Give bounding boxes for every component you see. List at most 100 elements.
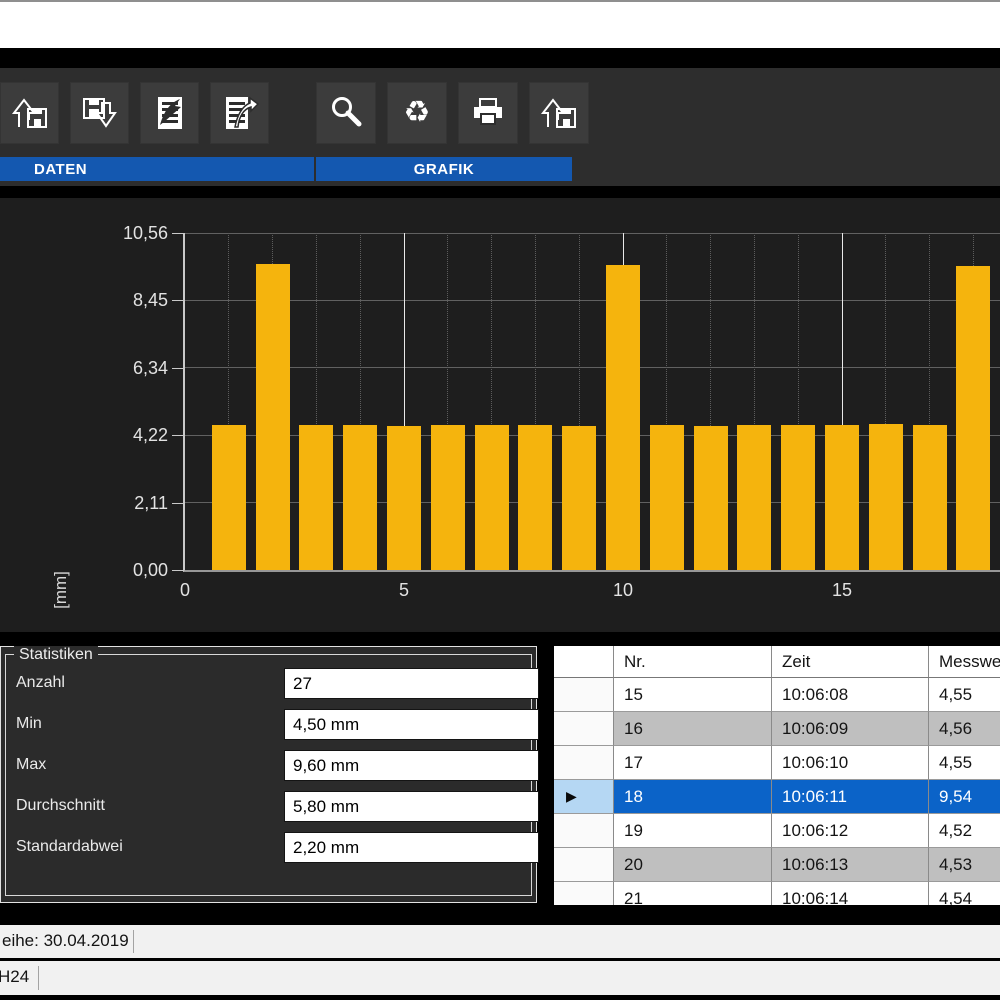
stat-field-max[interactable] [284, 750, 539, 781]
row-selector[interactable] [554, 712, 614, 746]
statusbar-device: H24 [0, 961, 1000, 995]
cell-messwert[interactable]: 4,52 [929, 814, 1000, 848]
bar-measurement-15 [825, 425, 859, 570]
cell-nr[interactable]: 18 [614, 780, 772, 814]
cell-nr[interactable]: 17 [614, 746, 772, 780]
cell-zeit[interactable]: 10:06:11 [772, 780, 929, 814]
y-axis-tick [172, 435, 183, 436]
table-row-20[interactable]: 2010:06:134,53 [554, 848, 1000, 882]
bar-measurement-2 [256, 264, 290, 570]
current-row-arrow-icon: ▶ [554, 789, 577, 805]
y-axis-tick [172, 570, 183, 571]
stat-field-anzahl[interactable] [284, 668, 539, 699]
cell-zeit[interactable]: 10:06:09 [772, 712, 929, 746]
cell-messwert[interactable]: 4,56 [929, 712, 1000, 746]
delete-report-icon [151, 94, 189, 132]
open-data-button[interactable] [0, 82, 59, 144]
save-graphic-icon [540, 94, 578, 132]
toolbar-category-label: DATEN [34, 161, 87, 178]
bar-measurement-9 [562, 426, 596, 570]
bar-measurement-4 [343, 425, 377, 570]
bar-measurement-3 [299, 425, 333, 570]
column-header-messwert[interactable]: Messwert [929, 646, 1000, 678]
cell-zeit[interactable]: 10:06:12 [772, 814, 929, 848]
bar-measurement-1 [212, 425, 246, 570]
zoom-icon [327, 94, 365, 132]
measurement-table: Nr.ZeitMesswert1510:06:084,551610:06:094… [554, 646, 1000, 905]
y-axis-label: 4,22 [70, 425, 168, 445]
row-selector-header [554, 646, 614, 678]
stat-field-durchschnitt[interactable] [284, 791, 539, 822]
stat-field-min[interactable] [284, 709, 539, 740]
bar-measurement-18 [956, 266, 990, 570]
cell-nr[interactable]: 19 [614, 814, 772, 848]
bar-measurement-6 [431, 425, 465, 570]
row-selector[interactable] [554, 882, 614, 905]
save-graphic-button[interactable] [529, 82, 589, 144]
table-row-17[interactable]: 1710:06:104,55 [554, 746, 1000, 780]
print-graphic-button[interactable] [458, 82, 518, 144]
cell-messwert[interactable]: 4,54 [929, 882, 1000, 905]
y-axis-tick [172, 503, 183, 504]
x-axis-label: 15 [820, 580, 864, 601]
table-header-row: Nr.ZeitMesswert [554, 646, 1000, 678]
row-selector[interactable]: ▶ [554, 780, 614, 814]
bar-measurement-13 [737, 425, 771, 570]
measurement-bar-chart: [mm] 0,002,114,226,348,4510,56051015 [0, 198, 1000, 632]
statusbar-separator [38, 966, 39, 990]
table-row-21[interactable]: 2110:06:144,54 [554, 882, 1000, 905]
bar-measurement-10 [606, 265, 640, 570]
zoom-graphic-button[interactable] [316, 82, 376, 144]
cell-zeit[interactable]: 10:06:08 [772, 678, 929, 712]
delete-report-button[interactable] [140, 82, 199, 144]
table-row-15[interactable]: 1510:06:084,55 [554, 678, 1000, 712]
toolbar-category-label: GRAFIK [414, 161, 475, 178]
cell-messwert[interactable]: 4,55 [929, 746, 1000, 780]
y-axis-label: 0,00 [70, 560, 168, 580]
statusbar-series: eihe: 30.04.2019 [0, 925, 1000, 958]
save-data-button[interactable] [70, 82, 129, 144]
cell-zeit[interactable]: 10:06:14 [772, 882, 929, 905]
cell-nr[interactable]: 15 [614, 678, 772, 712]
row-selector[interactable] [554, 678, 614, 712]
cell-zeit[interactable]: 10:06:10 [772, 746, 929, 780]
column-header-zeit[interactable]: Zeit [772, 646, 929, 678]
window-title-strip [0, 0, 1000, 48]
export-report-icon [221, 94, 259, 132]
cell-messwert[interactable]: 9,54 [929, 780, 1000, 814]
export-report-button[interactable] [210, 82, 269, 144]
recycle-icon: ♻ [404, 98, 431, 128]
x-axis-label: 10 [601, 580, 645, 601]
bar-measurement-12 [694, 426, 728, 570]
bar-measurement-16 [869, 424, 903, 570]
cell-nr[interactable]: 16 [614, 712, 772, 746]
toolbar-category-grafik: GRAFIK [316, 157, 572, 181]
y-axis-label: 2,11 [70, 493, 168, 513]
cell-nr[interactable]: 20 [614, 848, 772, 882]
table-row-18[interactable]: ▶ 1810:06:119,54 [554, 780, 1000, 814]
y-axis-label: 8,45 [70, 290, 168, 310]
column-header-nr[interactable]: Nr. [614, 646, 772, 678]
cell-nr[interactable]: 21 [614, 882, 772, 905]
stat-field-standardabwei[interactable] [284, 832, 539, 863]
cell-messwert[interactable]: 4,55 [929, 678, 1000, 712]
series-date-text: eihe: 30.04.2019 [2, 931, 129, 951]
y-axis-title: [mm] [51, 555, 71, 625]
print-icon [469, 94, 507, 132]
cell-messwert[interactable]: 4,53 [929, 848, 1000, 882]
row-selector[interactable] [554, 746, 614, 780]
row-selector[interactable] [554, 848, 614, 882]
cell-zeit[interactable]: 10:06:13 [772, 848, 929, 882]
x-axis-label: 0 [163, 580, 207, 601]
bar-measurement-5 [387, 426, 421, 570]
table-row-19[interactable]: 1910:06:124,52 [554, 814, 1000, 848]
stat-label-standardabwei: Standardabwei [16, 838, 123, 856]
y-axis-tick [172, 233, 183, 234]
statistics-title: Statistiken [14, 646, 98, 664]
y-axis-label: 6,34 [70, 358, 168, 378]
row-selector[interactable] [554, 814, 614, 848]
reset-graphic-button[interactable]: ♻ [387, 82, 447, 144]
bar-measurement-7 [475, 425, 509, 570]
x-axis-label: 5 [382, 580, 426, 601]
table-row-16[interactable]: 1610:06:094,56 [554, 712, 1000, 746]
